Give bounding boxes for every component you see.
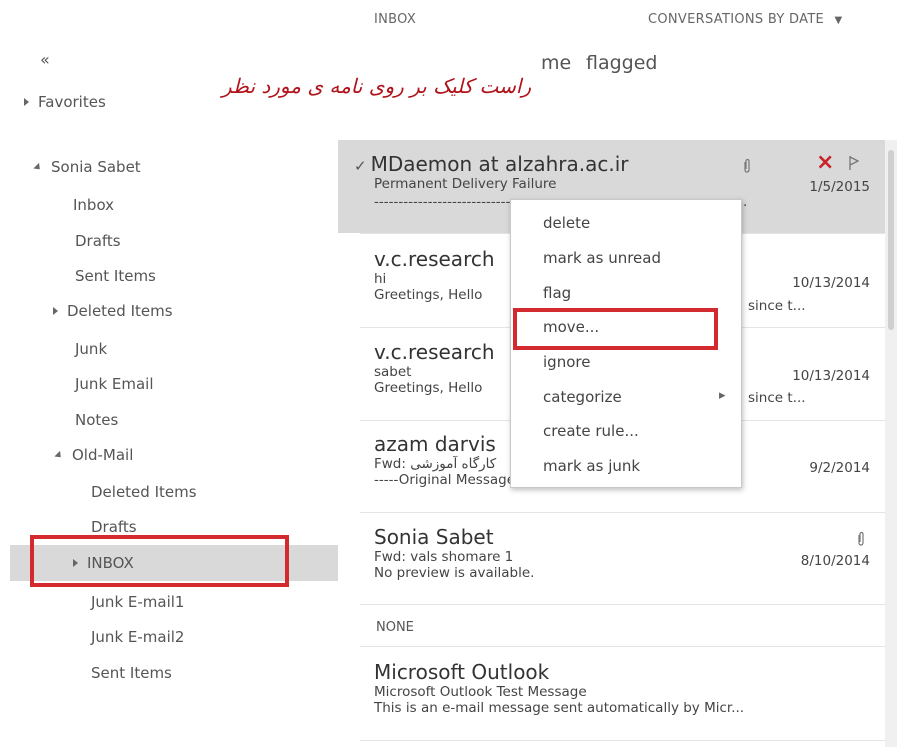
annotation-text: راست کلیک بر روی نامه ی مورد نظر — [222, 74, 532, 98]
menu-item-mark-as-unread[interactable]: mark as unread — [543, 249, 661, 267]
folder-pane: « Favorites Sonia Sabet Inbox Drafts Sen… — [0, 0, 338, 747]
delete-icon[interactable]: × — [816, 150, 834, 175]
message-subject: Fwd: vals shomare 1 — [374, 549, 514, 565]
message-preview-tail: since t... — [748, 390, 806, 406]
folder-junk-email[interactable]: Junk Email — [75, 375, 154, 393]
message-sender: Microsoft Outlook — [374, 660, 550, 684]
menu-item-ignore[interactable]: ignore — [543, 353, 590, 371]
menu-item-categorize[interactable]: categorize — [543, 388, 622, 406]
folder-junk[interactable]: Junk — [75, 340, 107, 358]
folder-inbox[interactable]: Inbox — [73, 196, 114, 214]
account-label: Sonia Sabet — [51, 158, 141, 176]
message-date: 10/13/2014 — [792, 368, 870, 384]
menu-item-mark-as-junk[interactable]: mark as junk — [543, 457, 640, 475]
favorites-label: Favorites — [38, 93, 106, 111]
favorites-node[interactable]: Favorites — [24, 93, 106, 111]
menu-item-create-rule[interactable]: create rule... — [543, 422, 639, 440]
folder-old-sent-items[interactable]: Sent Items — [91, 664, 172, 682]
menu-item-delete[interactable]: delete — [543, 214, 590, 232]
expand-arrow-icon — [24, 98, 29, 106]
paperclip-icon — [858, 531, 864, 546]
chevron-down-icon: ▼ — [834, 15, 843, 26]
message-preview: No preview is available. — [374, 565, 535, 581]
submenu-arrow-icon: ▸ — [719, 388, 726, 403]
message-preview-tail: since t... — [748, 298, 806, 314]
sort-label: CONVERSATIONS BY DATE — [648, 12, 825, 27]
group-header-none: NONE — [376, 620, 414, 635]
folder-header: INBOX — [374, 12, 417, 27]
folder-old-mail[interactable]: Old-Mail — [54, 446, 134, 464]
filter-flagged[interactable]: flagged — [586, 52, 657, 74]
filter-partial[interactable]: me — [541, 52, 571, 74]
collapse-arrow-icon — [33, 162, 43, 173]
folder-drafts[interactable]: Drafts — [75, 232, 121, 250]
divider — [360, 512, 886, 513]
sort-dropdown[interactable]: CONVERSATIONS BY DATE ▼ — [648, 12, 843, 27]
message-sender-row: ✓ MDaemon at alzahra.ac.ir — [354, 152, 872, 176]
folder-old-junk-email2[interactable]: Junk E-mail2 — [91, 628, 184, 646]
message-subject: Microsoft Outlook Test Message — [374, 684, 587, 700]
folder-notes[interactable]: Notes — [75, 411, 118, 429]
flag-icon[interactable] — [849, 156, 859, 170]
annotation-highlight-inbox — [30, 535, 289, 587]
message-item[interactable]: Microsoft Outlook Microsoft Outlook Test… — [338, 660, 886, 740]
message-date: 8/10/2014 — [800, 553, 870, 569]
menu-item-flag[interactable]: flag — [543, 284, 571, 302]
message-preview: This is an e-mail message sent automatic… — [374, 700, 745, 716]
divider — [360, 604, 886, 605]
paperclip-icon — [744, 158, 750, 173]
message-sender: Sonia Sabet — [374, 525, 494, 549]
folder-old-deleted-items[interactable]: Deleted Items — [91, 483, 197, 501]
folder-old-junk-email1[interactable]: Junk E-mail1 — [91, 593, 184, 611]
folder-sent-items[interactable]: Sent Items — [75, 267, 156, 285]
folder-old-drafts[interactable]: Drafts — [91, 518, 137, 536]
message-subject: Permanent Delivery Failure — [374, 176, 557, 192]
scrollbar-thumb[interactable] — [888, 150, 894, 330]
collapse-arrow-icon — [54, 450, 64, 461]
folder-label: Old-Mail — [72, 446, 134, 464]
message-date: 1/5/2015 — [809, 179, 870, 195]
account-node[interactable]: Sonia Sabet — [33, 158, 141, 176]
expand-arrow-icon — [53, 307, 58, 315]
folder-label: Deleted Items — [67, 302, 173, 320]
check-icon: ✓ — [354, 157, 367, 175]
message-item[interactable]: Sonia Sabet Fwd: vals shomare 1 No previ… — [338, 525, 886, 605]
message-sender: MDaemon at alzahra.ac.ir — [370, 152, 629, 176]
message-date: 10/13/2014 — [792, 275, 870, 291]
divider — [360, 740, 886, 741]
divider — [360, 646, 886, 647]
folder-deleted-items[interactable]: Deleted Items — [53, 302, 173, 320]
collapse-pane-button[interactable]: « — [40, 50, 50, 69]
message-date: 9/2/2014 — [809, 460, 870, 476]
annotation-highlight-move — [513, 308, 718, 350]
